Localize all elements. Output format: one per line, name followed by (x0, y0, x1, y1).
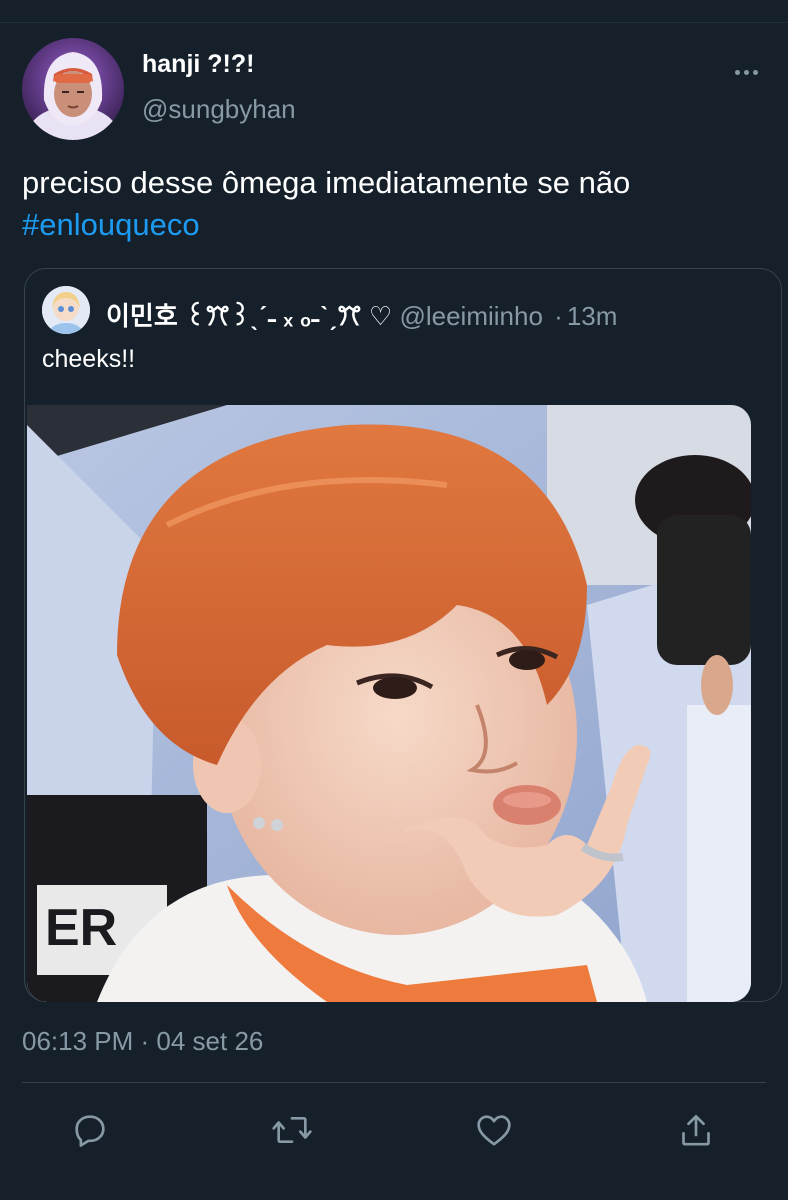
quoted-author-avatar[interactable] (42, 286, 90, 334)
quoted-tweet-header: 이민호 ꒰ꔫ꒱ˎˊ˗ ₓ ₒ˗ˋˏꔫ ♡ @leeimiinho · 13m (106, 296, 617, 333)
quoted-tweet-text: cheeks!! (42, 345, 136, 373)
quoted-author-handle[interactable]: @leeimiinho (399, 301, 542, 331)
more-options-button[interactable] (726, 60, 766, 84)
tweet-text: preciso desse ômega imediatamente se não… (22, 162, 772, 246)
reply-icon (75, 1115, 105, 1147)
top-divider (0, 22, 788, 23)
tweet-timestamp[interactable]: 06:13 PM · 04 set 26 (22, 1026, 263, 1057)
more-icon (734, 69, 740, 75)
author-handle[interactable]: @sungbyhan (142, 94, 296, 125)
share-icon (682, 1115, 710, 1146)
header-separator: · (554, 301, 563, 331)
quoted-tweet-photo[interactable]: ER (27, 405, 751, 1002)
svg-text:ER: ER (45, 899, 117, 957)
author-avatar[interactable] (22, 38, 124, 140)
quoted-author-display-name[interactable]: 이민호 ꒰ꔫ꒱ˎˊ˗ ₓ ₒ˗ˋˏꔫ ♡ (106, 301, 392, 331)
more-icon-dot (743, 69, 749, 75)
heart-icon (477, 1115, 511, 1146)
like-button[interactable] (470, 1106, 518, 1154)
share-button[interactable] (672, 1106, 720, 1154)
quoted-tweet-time: 13m (566, 301, 618, 331)
hashtag-link[interactable]: #enlouqueco (22, 207, 200, 242)
reply-button[interactable] (66, 1106, 114, 1154)
author-display-name[interactable]: hanji ?!?! (142, 50, 254, 79)
tweet-body: preciso desse ômega imediatamente se não (22, 165, 631, 200)
retweet-icon (272, 1117, 312, 1143)
actions-divider (22, 1082, 766, 1083)
retweet-button[interactable] (268, 1106, 316, 1154)
tweet-detail-screen: hanji ?!?! @sungbyhan preciso desse ômeg… (0, 0, 788, 1200)
more-icon-dot (752, 69, 758, 75)
quoted-tweet-card[interactable]: 이민호 ꒰ꔫ꒱ˎˊ˗ ₓ ₒ˗ˋˏꔫ ♡ @leeimiinho · 13m ch… (24, 268, 782, 1002)
